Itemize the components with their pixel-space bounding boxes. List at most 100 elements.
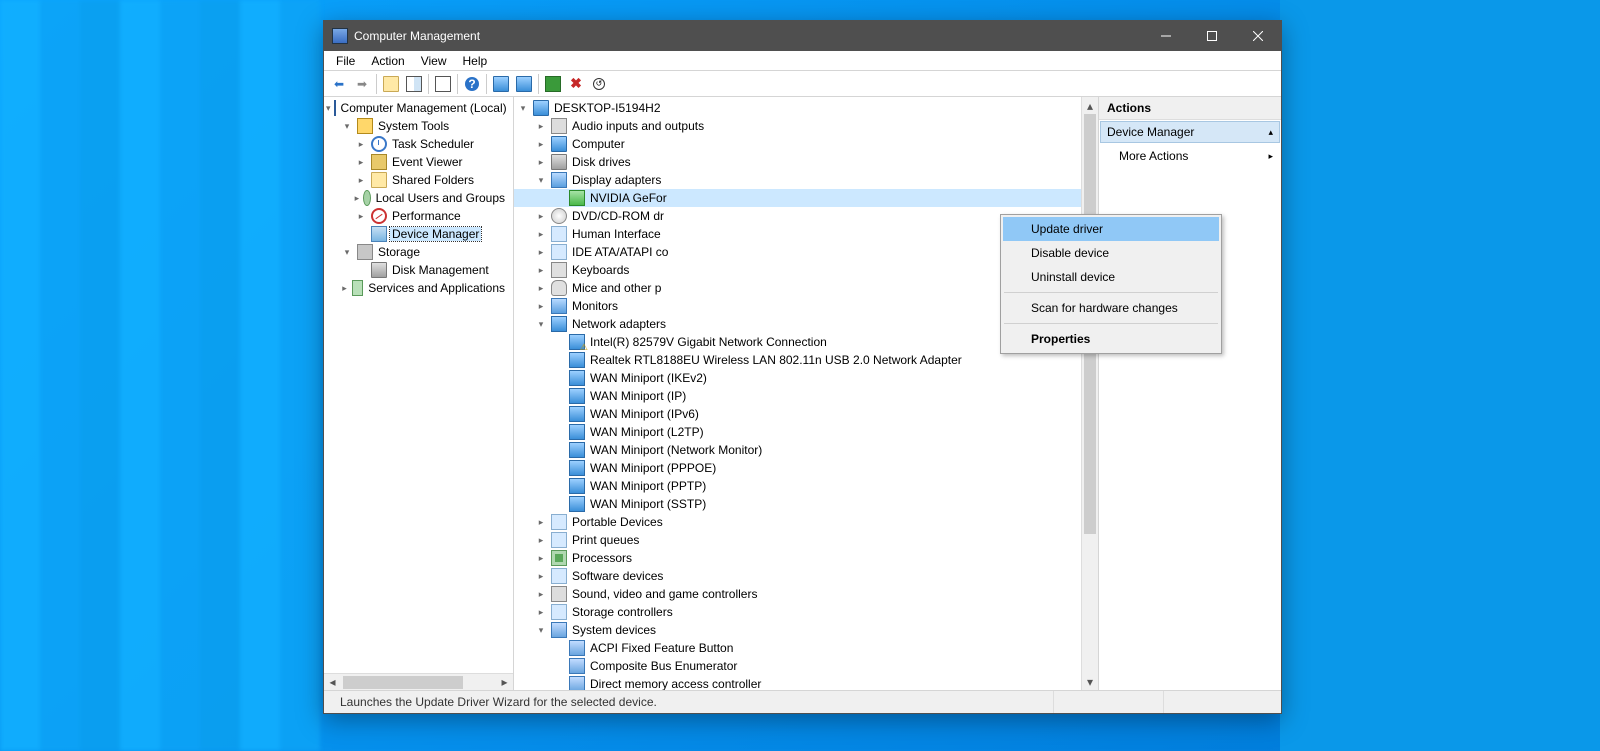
left-pane-scrollbar[interactable]: ◂ ▸ — [324, 673, 513, 690]
device-wan-ikev2[interactable]: WAN Miniport (IKEv2) — [514, 369, 1081, 387]
device-computer[interactable]: Computer — [514, 135, 1081, 153]
expand-toggle-icon[interactable] — [534, 587, 548, 601]
scrollbar-thumb[interactable] — [343, 676, 463, 689]
device-acpi-button[interactable]: ACPI Fixed Feature Button — [514, 639, 1081, 657]
toolbar-icons-small-button[interactable] — [513, 73, 535, 95]
expand-toggle-icon[interactable] — [534, 209, 548, 223]
scroll-left-arrow-icon[interactable]: ◂ — [324, 674, 341, 691]
toolbar-help-button[interactable]: ? — [461, 73, 483, 95]
device-mice[interactable]: Mice and other p — [514, 279, 1081, 297]
expand-toggle-icon[interactable] — [534, 281, 548, 295]
device-tree-scrollbar[interactable]: ▴ ▾ — [1081, 97, 1098, 690]
device-realtek-wifi[interactable]: Realtek RTL8188EU Wireless LAN 802.11n U… — [514, 351, 1081, 369]
toolbar-up-button[interactable] — [380, 73, 402, 95]
expand-toggle-icon[interactable] — [534, 155, 548, 169]
expand-toggle-icon[interactable] — [340, 245, 354, 259]
device-wan-l2tp[interactable]: WAN Miniport (L2TP) — [514, 423, 1081, 441]
device-display-adapters[interactable]: Display adapters — [514, 171, 1081, 189]
context-properties[interactable]: Properties — [1003, 327, 1219, 351]
expand-toggle-icon[interactable] — [534, 119, 548, 133]
tree-device-manager[interactable]: Device Manager — [324, 225, 513, 243]
device-ide[interactable]: IDE ATA/ATAPI co — [514, 243, 1081, 261]
menu-help[interactable]: Help — [455, 52, 496, 70]
device-print-queues[interactable]: Print queues — [514, 531, 1081, 549]
device-wan-sstp[interactable]: WAN Miniport (SSTP) — [514, 495, 1081, 513]
expand-toggle-icon[interactable] — [326, 101, 331, 115]
device-audio[interactable]: Audio inputs and outputs — [514, 117, 1081, 135]
tree-services-apps[interactable]: Services and Applications — [324, 279, 513, 297]
context-scan-hardware[interactable]: Scan for hardware changes — [1003, 296, 1219, 320]
expand-toggle-icon[interactable] — [534, 515, 548, 529]
device-wan-ip[interactable]: WAN Miniport (IP) — [514, 387, 1081, 405]
expand-toggle-icon[interactable] — [534, 605, 548, 619]
expand-toggle-icon[interactable] — [534, 317, 548, 331]
device-dvd[interactable]: DVD/CD-ROM dr — [514, 207, 1081, 225]
device-nvidia-geforce[interactable]: NVIDIA GeFor — [514, 189, 1081, 207]
tree-computer-management[interactable]: Computer Management (Local) — [324, 99, 513, 117]
device-monitors[interactable]: Monitors — [514, 297, 1081, 315]
scroll-down-arrow-icon[interactable]: ▾ — [1082, 673, 1098, 690]
device-processors[interactable]: Processors — [514, 549, 1081, 567]
device-keyboards[interactable]: Keyboards — [514, 261, 1081, 279]
toolbar-forward-button[interactable]: ➡ — [351, 73, 373, 95]
expand-toggle-icon[interactable] — [534, 245, 548, 259]
device-wan-ipv6[interactable]: WAN Miniport (IPv6) — [514, 405, 1081, 423]
expand-toggle-icon[interactable] — [354, 137, 368, 151]
tree-shared-folders[interactable]: Shared Folders — [324, 171, 513, 189]
expand-toggle-icon[interactable] — [534, 533, 548, 547]
toolbar-enable-button[interactable]: ↺ — [588, 73, 610, 95]
minimize-button[interactable] — [1143, 21, 1189, 51]
close-button[interactable] — [1235, 21, 1281, 51]
device-storage-controllers[interactable]: Storage controllers — [514, 603, 1081, 621]
device-composite-bus[interactable]: Composite Bus Enumerator — [514, 657, 1081, 675]
actions-section[interactable]: Device Manager ▴ — [1100, 121, 1280, 143]
menu-action[interactable]: Action — [363, 52, 412, 70]
expand-toggle-icon[interactable] — [516, 101, 530, 115]
context-uninstall-device[interactable]: Uninstall device — [1003, 265, 1219, 289]
tree-performance[interactable]: Performance — [324, 207, 513, 225]
toolbar-back-button[interactable]: ⬅ — [328, 73, 350, 95]
device-dma-controller[interactable]: Direct memory access controller — [514, 675, 1081, 690]
scroll-right-arrow-icon[interactable]: ▸ — [496, 674, 513, 691]
device-network-adapters[interactable]: Network adapters — [514, 315, 1081, 333]
tree-local-users[interactable]: Local Users and Groups — [324, 189, 513, 207]
expand-toggle-icon[interactable] — [354, 191, 360, 205]
device-hid[interactable]: Human Interface — [514, 225, 1081, 243]
expand-toggle-icon[interactable] — [534, 227, 548, 241]
expand-toggle-icon[interactable] — [534, 263, 548, 277]
tree-system-tools[interactable]: System Tools — [324, 117, 513, 135]
device-disk-drives[interactable]: Disk drives — [514, 153, 1081, 171]
expand-toggle-icon[interactable] — [534, 551, 548, 565]
expand-toggle-icon[interactable] — [354, 209, 368, 223]
device-root[interactable]: DESKTOP-I5194H2 — [514, 99, 1081, 117]
expand-toggle-icon[interactable] — [354, 173, 368, 187]
scroll-up-arrow-icon[interactable]: ▴ — [1082, 97, 1098, 114]
expand-toggle-icon[interactable] — [534, 623, 548, 637]
expand-toggle-icon[interactable] — [354, 155, 368, 169]
expand-toggle-icon[interactable] — [534, 569, 548, 583]
toolbar-icons-large-button[interactable] — [490, 73, 512, 95]
toolbar-showhide-button[interactable] — [403, 73, 425, 95]
expand-toggle-icon[interactable] — [534, 299, 548, 313]
device-wan-pptp[interactable]: WAN Miniport (PPTP) — [514, 477, 1081, 495]
titlebar[interactable]: Computer Management — [324, 21, 1281, 51]
expand-toggle-icon[interactable] — [534, 173, 548, 187]
toolbar-delete-button[interactable]: ✖ — [565, 73, 587, 95]
expand-toggle-icon[interactable] — [340, 281, 349, 295]
tree-task-scheduler[interactable]: Task Scheduler — [324, 135, 513, 153]
tree-storage[interactable]: Storage — [324, 243, 513, 261]
menu-file[interactable]: File — [328, 52, 363, 70]
maximize-button[interactable] — [1189, 21, 1235, 51]
device-intel-nic[interactable]: Intel(R) 82579V Gigabit Network Connecti… — [514, 333, 1081, 351]
toolbar-scan-button[interactable] — [542, 73, 564, 95]
toolbar-export-button[interactable] — [432, 73, 454, 95]
expand-toggle-icon[interactable] — [340, 119, 354, 133]
device-system-devices[interactable]: System devices — [514, 621, 1081, 639]
device-wan-pppoe[interactable]: WAN Miniport (PPPOE) — [514, 459, 1081, 477]
device-portable[interactable]: Portable Devices — [514, 513, 1081, 531]
tree-event-viewer[interactable]: Event Viewer — [324, 153, 513, 171]
context-update-driver[interactable]: Update driver — [1003, 217, 1219, 241]
expand-toggle-icon[interactable] — [534, 137, 548, 151]
context-disable-device[interactable]: Disable device — [1003, 241, 1219, 265]
device-sound[interactable]: Sound, video and game controllers — [514, 585, 1081, 603]
